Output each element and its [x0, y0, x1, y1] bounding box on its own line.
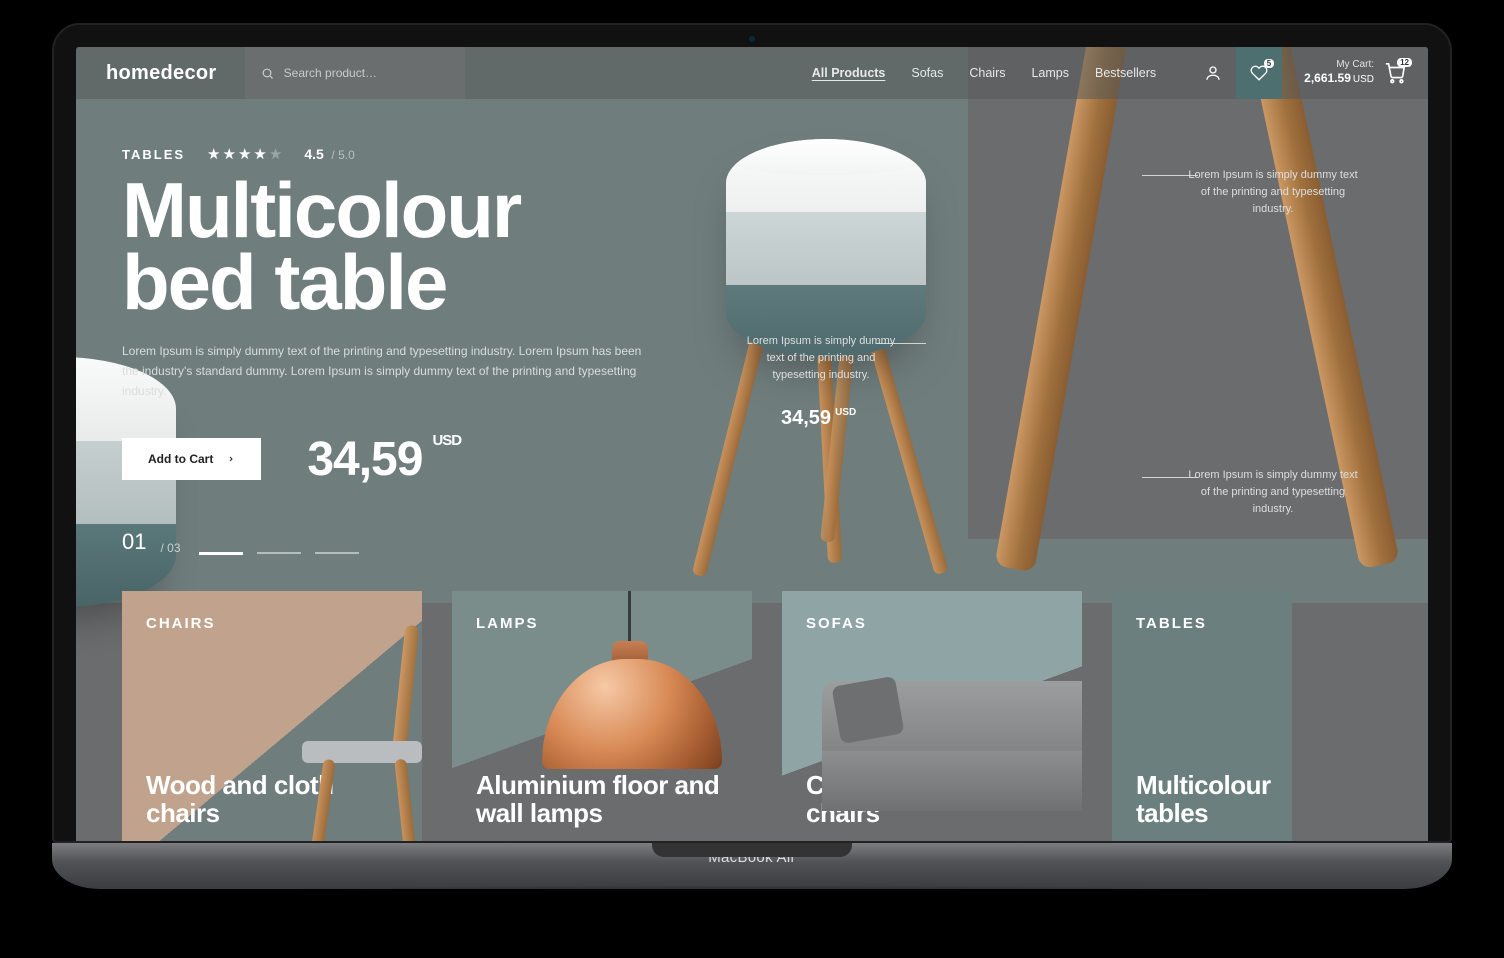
user-icon	[1204, 64, 1222, 82]
search-icon	[261, 66, 274, 81]
rating-stars: ★ ★ ★ ★ ★	[207, 145, 282, 163]
callout-price-value: 34,59	[781, 407, 831, 429]
nav-lamps[interactable]: Lamps	[1031, 66, 1069, 80]
star-icon: ★	[253, 145, 266, 163]
nav-all-products[interactable]: All Products	[812, 66, 886, 80]
price-currency: USD	[432, 432, 461, 449]
wishlist-badge: 5	[1264, 59, 1274, 68]
category-cards: CHAIRS Wood and cloth chairs LAMPS Alumi…	[122, 591, 1428, 841]
pager-indicator[interactable]	[199, 552, 243, 555]
star-icon: ★	[238, 145, 251, 163]
card-category: SOFAS	[806, 615, 1058, 632]
viewport: homedecor All Products Sofas Chairs Lamp…	[76, 47, 1428, 841]
callout-bottom-right: Lorem Ipsum is simply dummy text of the …	[1188, 467, 1358, 518]
card-title: Multicolour tables	[1136, 772, 1268, 827]
cart-icon-wrap: 12	[1384, 62, 1406, 84]
category-card-sofas[interactable]: SOFAS Cloth sofas and chairs	[782, 591, 1082, 841]
pager-indicator[interactable]	[315, 552, 359, 554]
callout-top-right: Lorem Ipsum is simply dummy text of the …	[1188, 167, 1358, 218]
pager-indicator[interactable]	[257, 552, 301, 554]
cart-summary[interactable]: My Cart: 2,661.59USD 12	[1304, 59, 1406, 87]
category-card-tables[interactable]: TABLES Multicolour tables	[1112, 591, 1292, 841]
card-category: CHAIRS	[146, 615, 398, 632]
callout-price: 34,59 USD	[781, 407, 856, 430]
star-icon: ★	[207, 145, 220, 163]
header: homedecor All Products Sofas Chairs Lamp…	[76, 47, 1428, 99]
rating-max: / 5.0	[331, 148, 354, 162]
search-box[interactable]	[245, 47, 465, 99]
star-icon: ★	[223, 145, 236, 163]
screen-bezel: homedecor All Products Sofas Chairs Lamp…	[52, 23, 1452, 843]
card-image	[532, 591, 742, 801]
nav-sofas[interactable]: Sofas	[911, 66, 943, 80]
star-icon: ★	[269, 145, 282, 163]
pager-total: / 03	[160, 541, 180, 555]
add-to-cart-label: Add to Cart	[148, 452, 213, 466]
hero-price: 34,59 USD	[307, 432, 461, 487]
card-image	[262, 631, 422, 841]
cart-label: My Cart:	[1304, 59, 1374, 72]
header-icons: 5	[1190, 47, 1282, 99]
macbook-frame: homedecor All Products Sofas Chairs Lamp…	[52, 23, 1452, 905]
camera-dot	[749, 36, 755, 42]
shadow	[108, 885, 1396, 905]
pager-current: 01	[122, 529, 146, 555]
chevron-right-icon	[227, 454, 235, 464]
hero-description: Lorem Ipsum is simply dummy text of the …	[122, 341, 642, 402]
cart-currency: USD	[1353, 74, 1374, 85]
main-nav: All Products Sofas Chairs Lamps Bestsell…	[812, 66, 1156, 80]
cart-amount: 2,661.59	[1304, 71, 1351, 85]
callout-price-currency: USD	[835, 407, 856, 418]
add-to-cart-button[interactable]: Add to Cart	[122, 438, 261, 480]
card-image	[822, 651, 1082, 841]
nav-chairs[interactable]: Chairs	[969, 66, 1005, 80]
cart-badge: 12	[1397, 58, 1412, 67]
hero-category[interactable]: TABLES	[122, 147, 185, 162]
macbook-notch	[652, 843, 852, 857]
nav-bestsellers[interactable]: Bestsellers	[1095, 66, 1156, 80]
search-input[interactable]	[284, 66, 449, 80]
wishlist-button[interactable]: 5	[1236, 47, 1282, 99]
rating-value: 4.5	[304, 146, 323, 162]
rating-text: 4.5 / 5.0	[304, 146, 354, 162]
category-card-lamps[interactable]: LAMPS Aluminium floor and wall lamps	[452, 591, 752, 841]
price-value: 34,59	[307, 433, 422, 486]
account-button[interactable]	[1190, 47, 1236, 99]
macbook-base: MacBook Air	[52, 843, 1452, 889]
card-category: TABLES	[1136, 615, 1268, 632]
category-card-chairs[interactable]: CHAIRS Wood and cloth chairs	[122, 591, 422, 841]
callout-left: Lorem Ipsum is simply dummy text of the …	[746, 333, 896, 384]
brand-logo[interactable]: homedecor	[106, 62, 217, 85]
